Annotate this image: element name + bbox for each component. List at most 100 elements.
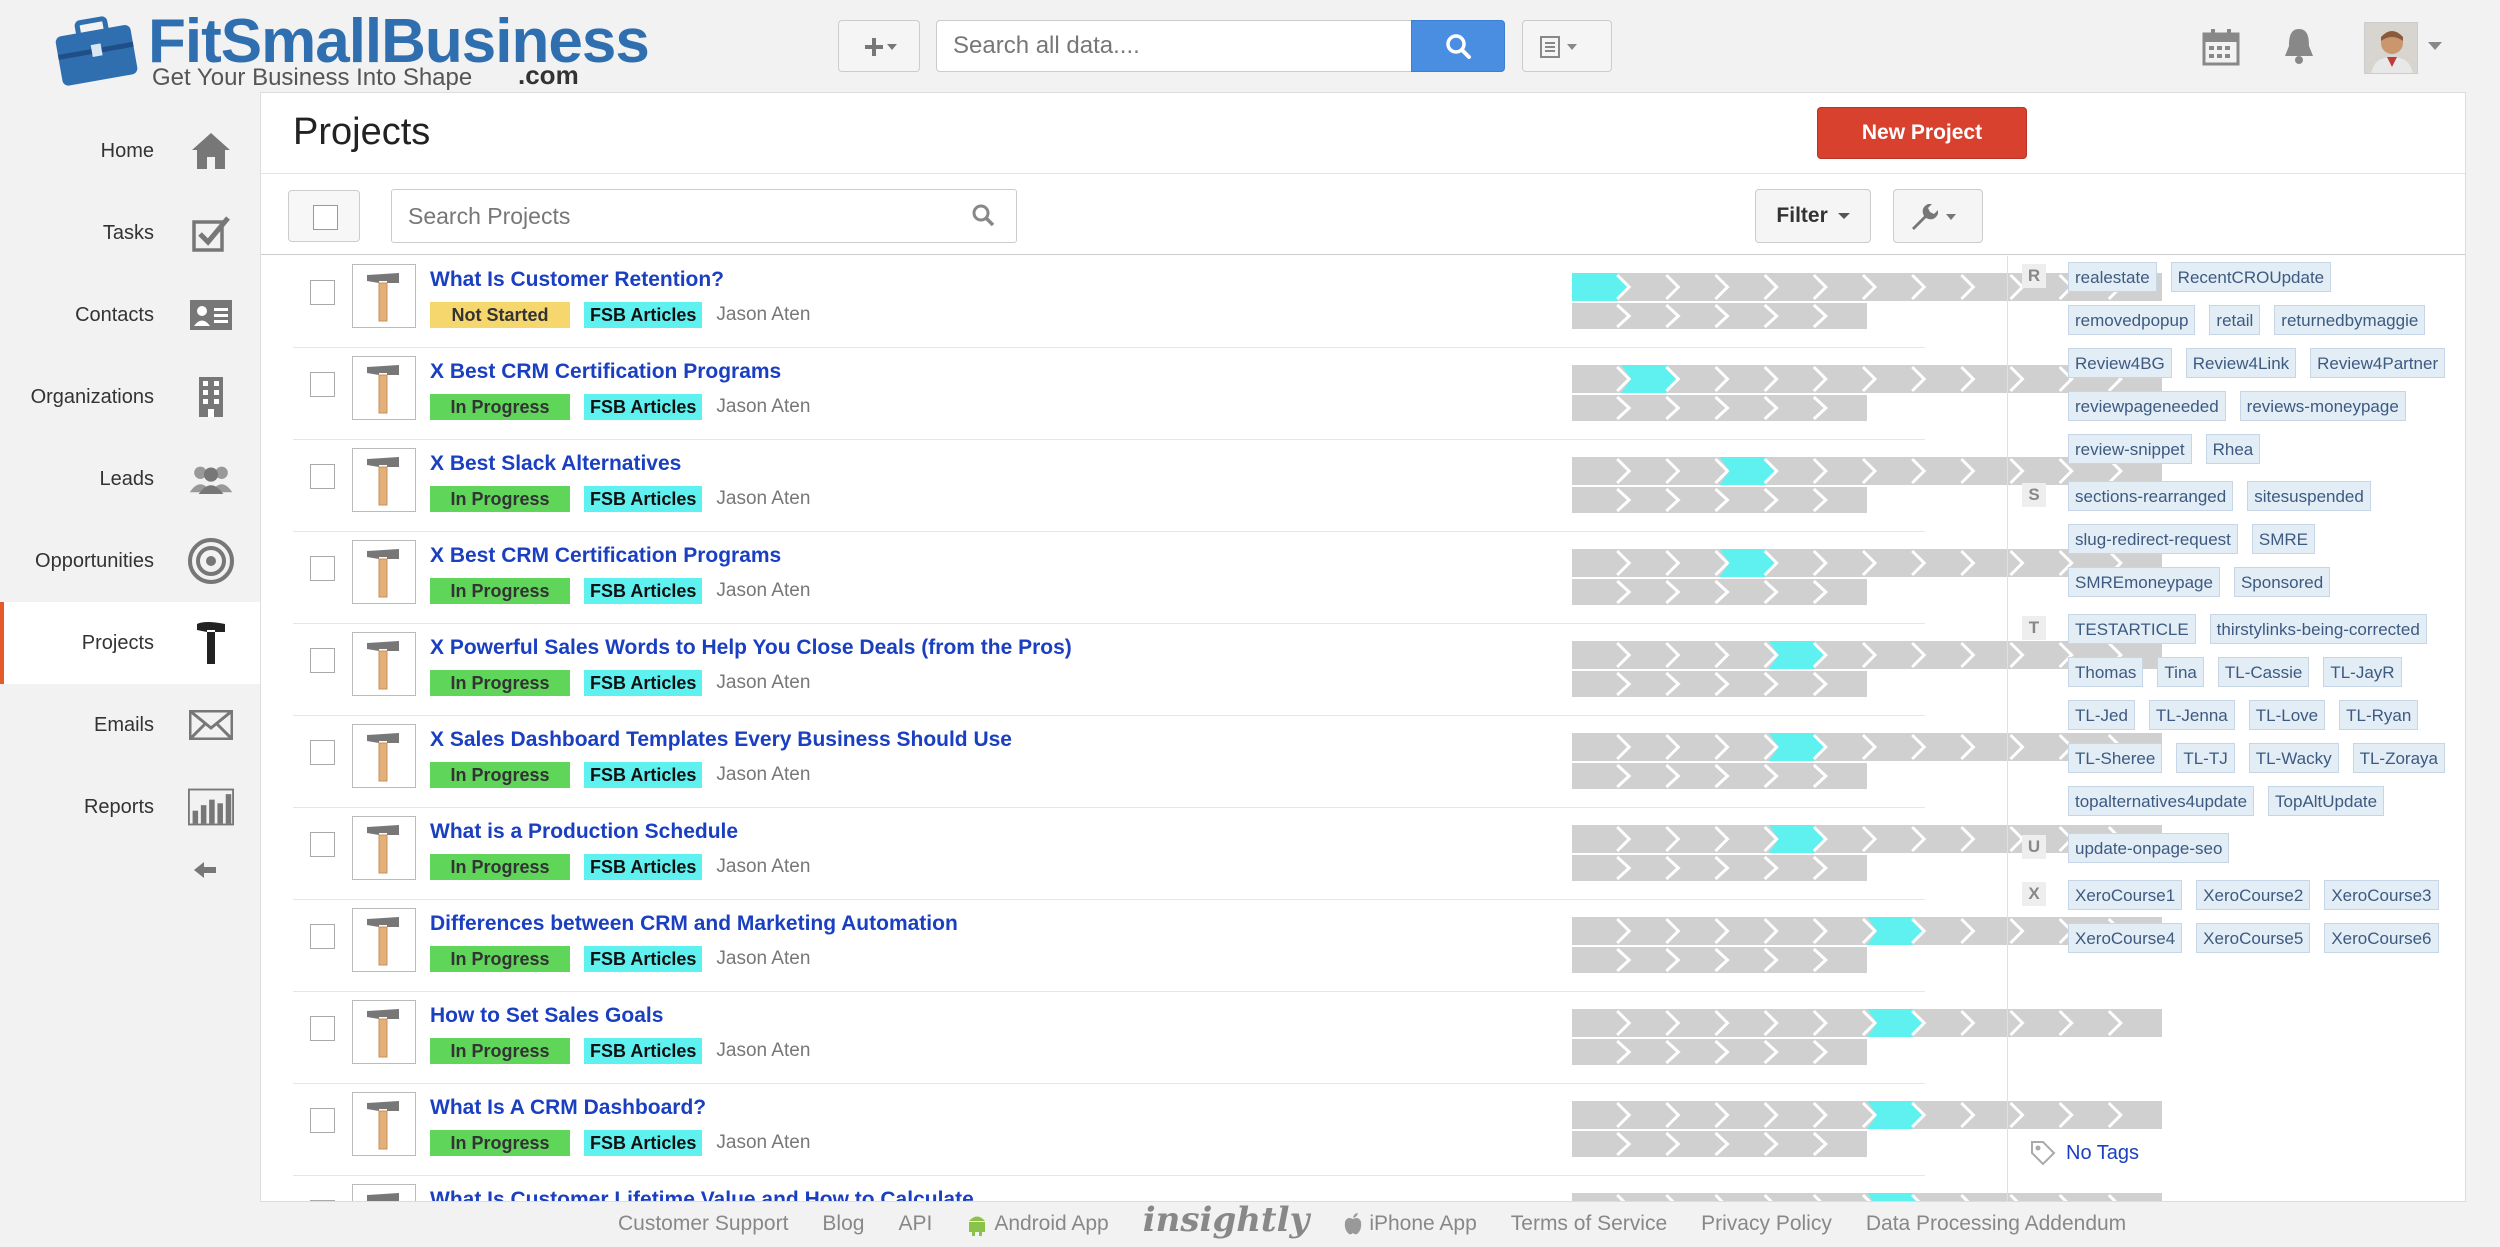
project-title-link[interactable]: X Sales Dashboard Templates Every Busine…: [430, 728, 1012, 752]
row-checkbox[interactable]: [310, 924, 335, 949]
tag-chip[interactable]: sections-rearranged: [2068, 481, 2234, 511]
tag-chip[interactable]: TL-Wacky: [2248, 743, 2339, 773]
user-menu-caret-icon[interactable]: [2428, 42, 2442, 50]
footer-link-dpa[interactable]: Data Processing Addendum: [1866, 1212, 2126, 1236]
table-row[interactable]: X Best Slack Alternatives In Progress FS…: [293, 440, 2162, 532]
project-title-link[interactable]: X Powerful Sales Words to Help You Close…: [430, 636, 1072, 660]
project-title-link[interactable]: X Best Slack Alternatives: [430, 452, 681, 476]
project-title-link[interactable]: What Is Customer Retention?: [430, 268, 724, 292]
search-icon[interactable]: [971, 203, 995, 227]
filter-button[interactable]: Filter: [1755, 189, 1871, 243]
tag-chip[interactable]: TL-Jed: [2068, 700, 2135, 730]
tag-chip[interactable]: RecentCROUpdate: [2170, 262, 2332, 292]
category-badge[interactable]: FSB Articles: [584, 1130, 703, 1156]
bell-icon[interactable]: [2282, 26, 2316, 66]
footer-link-privacy[interactable]: Privacy Policy: [1701, 1212, 1832, 1236]
project-title-link[interactable]: What Is A CRM Dashboard?: [430, 1096, 706, 1120]
tag-chip[interactable]: TopAltUpdate: [2268, 786, 2385, 816]
project-title-link[interactable]: What Is Customer Lifetime Value and How …: [430, 1188, 974, 1201]
table-row[interactable]: How to Set Sales Goals In Progress FSB A…: [293, 992, 2162, 1084]
project-title-link[interactable]: What is a Production Schedule: [430, 820, 738, 844]
footer-link-terms[interactable]: Terms of Service: [1511, 1212, 1667, 1236]
table-row[interactable]: X Sales Dashboard Templates Every Busine…: [293, 716, 2162, 808]
project-search-input[interactable]: [391, 189, 1017, 243]
category-badge[interactable]: FSB Articles: [584, 486, 703, 512]
tag-chip[interactable]: sitesuspended: [2247, 481, 2371, 511]
tag-chip[interactable]: TL-JayR: [2323, 657, 2402, 687]
no-tags-link[interactable]: No Tags: [2030, 1140, 2139, 1166]
calendar-icon[interactable]: [2202, 28, 2240, 66]
row-checkbox[interactable]: [310, 1200, 335, 1201]
project-title-link[interactable]: How to Set Sales Goals: [430, 1004, 663, 1028]
global-search-button[interactable]: [1411, 20, 1505, 72]
project-title-link[interactable]: X Best CRM Certification Programs: [430, 360, 781, 384]
tag-chip[interactable]: Review4Partner: [2310, 348, 2446, 378]
tag-chip[interactable]: update-onpage-seo: [2068, 833, 2230, 863]
table-row[interactable]: X Powerful Sales Words to Help You Close…: [293, 624, 2162, 716]
sidebar-item-reports[interactable]: Reports: [0, 766, 262, 848]
tag-chip[interactable]: thirstylinks-being-corrected: [2209, 614, 2427, 644]
project-title-link[interactable]: Differences between CRM and Marketing Au…: [430, 912, 958, 936]
tag-chip[interactable]: TL-Jenna: [2148, 700, 2235, 730]
tag-chip[interactable]: retail: [2209, 305, 2261, 335]
tag-chip[interactable]: TESTARTICLE: [2068, 614, 2196, 644]
category-badge[interactable]: FSB Articles: [584, 670, 703, 696]
row-checkbox[interactable]: [310, 1016, 335, 1041]
row-checkbox[interactable]: [310, 556, 335, 581]
row-checkbox[interactable]: [310, 832, 335, 857]
tag-chip[interactable]: TL-Cassie: [2217, 657, 2310, 687]
tag-chip[interactable]: realestate: [2068, 262, 2157, 292]
views-dropdown-button[interactable]: [1522, 20, 1612, 72]
footer-link-support[interactable]: Customer Support: [618, 1212, 788, 1236]
table-row[interactable]: X Best CRM Certification Programs In Pro…: [293, 532, 2162, 624]
tag-chip[interactable]: reviews-moneypage: [2239, 391, 2406, 421]
tag-chip[interactable]: returnedbymaggie: [2274, 305, 2426, 335]
row-checkbox[interactable]: [310, 1108, 335, 1133]
tag-chip[interactable]: removedpopup: [2068, 305, 2196, 335]
tag-chip[interactable]: TL-Sheree: [2068, 743, 2163, 773]
table-row[interactable]: Differences between CRM and Marketing Au…: [293, 900, 2162, 992]
sidebar-item-emails[interactable]: Emails: [0, 684, 262, 766]
row-checkbox[interactable]: [310, 464, 335, 489]
tag-chip[interactable]: Tina: [2157, 657, 2204, 687]
tools-dropdown-button[interactable]: [1893, 189, 1983, 243]
tag-chip[interactable]: Rhea: [2205, 434, 2261, 464]
footer-link-api[interactable]: API: [898, 1212, 932, 1236]
new-project-button[interactable]: New Project: [1817, 107, 2027, 159]
tag-chip[interactable]: TL-Ryan: [2339, 700, 2419, 730]
sidebar-item-contacts[interactable]: Contacts: [0, 274, 262, 356]
row-checkbox[interactable]: [310, 280, 335, 305]
tag-chip[interactable]: XeroCourse1: [2068, 880, 2183, 910]
row-checkbox[interactable]: [310, 648, 335, 673]
project-title-link[interactable]: X Best CRM Certification Programs: [430, 544, 781, 568]
category-badge[interactable]: FSB Articles: [584, 302, 703, 328]
table-row[interactable]: What is a Production Schedule In Progres…: [293, 808, 2162, 900]
tag-chip[interactable]: Review4BG: [2068, 348, 2172, 378]
category-badge[interactable]: FSB Articles: [584, 762, 703, 788]
tag-chip[interactable]: TL-TJ: [2176, 743, 2235, 773]
tag-chip[interactable]: Thomas: [2068, 657, 2144, 687]
sidebar-item-organizations[interactable]: Organizations: [0, 356, 262, 438]
tag-chip[interactable]: Review4Link: [2185, 348, 2297, 378]
tag-chip[interactable]: slug-redirect-request: [2068, 524, 2238, 554]
collapse-sidebar-button[interactable]: [194, 858, 218, 886]
tag-chip[interactable]: SMREmoneypage: [2068, 567, 2220, 597]
sidebar-item-home[interactable]: Home: [0, 110, 262, 192]
tag-chip[interactable]: XeroCourse2: [2196, 880, 2311, 910]
footer-link-blog[interactable]: Blog: [822, 1212, 864, 1236]
user-avatar[interactable]: [2364, 22, 2418, 74]
tag-chip[interactable]: XeroCourse6: [2324, 923, 2439, 953]
table-row[interactable]: What Is Customer Lifetime Value and How …: [293, 1176, 2162, 1201]
tag-chip[interactable]: TL-Zoraya: [2352, 743, 2446, 773]
category-badge[interactable]: FSB Articles: [584, 854, 703, 880]
tag-chip[interactable]: Sponsored: [2233, 567, 2331, 597]
select-all-checkbox[interactable]: [288, 190, 360, 242]
brand-logo[interactable]: FitSmallBusiness Get Your Business Into …: [48, 7, 650, 94]
category-badge[interactable]: FSB Articles: [584, 394, 703, 420]
tag-chip[interactable]: TL-Love: [2248, 700, 2326, 730]
category-badge[interactable]: FSB Articles: [584, 578, 703, 604]
table-row[interactable]: X Best CRM Certification Programs In Pro…: [293, 348, 2162, 440]
table-row[interactable]: What Is A CRM Dashboard? In Progress FSB…: [293, 1084, 2162, 1176]
tag-chip[interactable]: XeroCourse3: [2324, 880, 2439, 910]
tag-chip[interactable]: topalternatives4update: [2068, 786, 2255, 816]
